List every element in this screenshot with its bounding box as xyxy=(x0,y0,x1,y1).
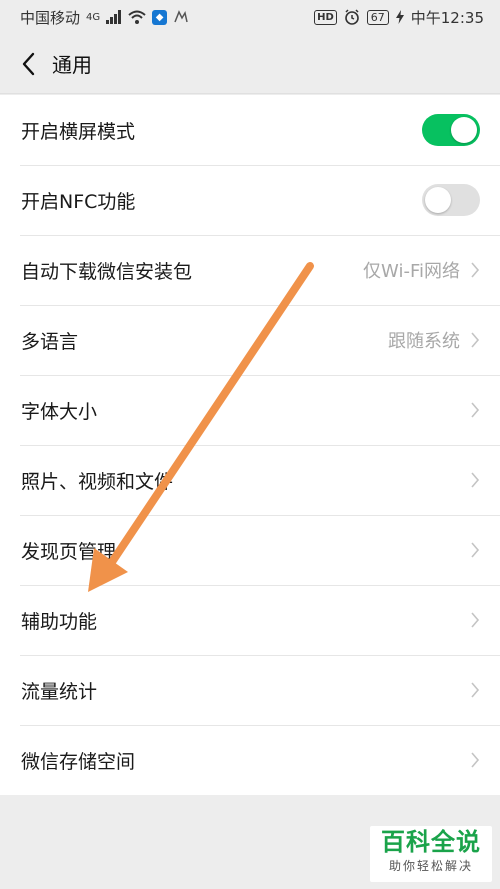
setting-label: 发现页管理 xyxy=(21,540,117,563)
setting-label: 微信存储空间 xyxy=(21,750,136,773)
wifi-icon xyxy=(128,10,146,24)
setting-row-discover[interactable]: 发现页管理 xyxy=(0,515,500,585)
toggle-knob xyxy=(451,117,477,143)
setting-row-data-usage[interactable]: 流量统计 xyxy=(0,655,500,725)
carrier-label: 中国移动 xyxy=(20,8,81,27)
setting-row-accessibility[interactable]: 辅助功能 xyxy=(0,585,500,655)
setting-label: 自动下载微信安装包 xyxy=(21,260,193,283)
setting-label: 字体大小 xyxy=(21,400,98,423)
chevron-right-icon xyxy=(471,472,480,488)
status-time: 中午12:35 xyxy=(410,8,484,27)
setting-row-auto-download[interactable]: 自动下载微信安装包 仅Wi-Fi网络 xyxy=(0,235,500,305)
battery-indicator: 67 xyxy=(366,9,389,25)
page-title: 通用 xyxy=(52,53,92,77)
setting-value: 仅Wi-Fi网络 xyxy=(363,261,460,282)
chevron-right-icon xyxy=(471,682,480,698)
alarm-icon xyxy=(344,9,359,25)
settings-list: 开启横屏模式 开启NFC功能 自动下载微信安装包 仅Wi-Fi网络 多语言 跟随… xyxy=(0,95,500,795)
setting-label: 照片、视频和文件 xyxy=(21,470,174,493)
setting-label: 开启NFC功能 xyxy=(21,190,136,213)
back-button[interactable] xyxy=(6,34,50,94)
setting-row-nfc[interactable]: 开启NFC功能 xyxy=(0,165,500,235)
setting-right xyxy=(422,114,480,146)
setting-right xyxy=(470,401,480,419)
nfc-toggle[interactable] xyxy=(422,184,480,216)
chevron-right-icon xyxy=(471,752,480,768)
setting-right xyxy=(470,751,480,769)
setting-right xyxy=(470,611,480,629)
network-type-label: 4G xyxy=(86,11,101,23)
watermark-title: 百科全说 xyxy=(381,828,481,856)
chevron-right-icon xyxy=(471,262,480,278)
nav-bar: 通用 xyxy=(0,34,500,94)
chevron-right-icon xyxy=(471,332,480,348)
chevron-left-icon xyxy=(22,52,35,75)
app-notification-icon-2 xyxy=(174,10,188,23)
setting-row-landscape[interactable]: 开启横屏模式 xyxy=(0,95,500,165)
setting-right xyxy=(470,471,480,489)
setting-right xyxy=(470,541,480,559)
setting-label: 流量统计 xyxy=(21,680,98,703)
status-bar: 中国移动 4G ◆ HD 67 中午12:35 xyxy=(0,0,500,34)
landscape-toggle[interactable] xyxy=(422,114,480,146)
setting-right: 跟随系统 xyxy=(388,327,480,353)
setting-row-media[interactable]: 照片、视频和文件 xyxy=(0,445,500,515)
status-left: 中国移动 4G ◆ xyxy=(20,7,189,28)
setting-right xyxy=(470,681,480,699)
setting-right xyxy=(422,184,480,216)
bolt-icon xyxy=(395,10,404,24)
status-right: HD 67 中午12:35 xyxy=(314,7,484,28)
setting-label: 多语言 xyxy=(21,330,79,353)
chevron-right-icon xyxy=(471,542,480,558)
setting-row-font-size[interactable]: 字体大小 xyxy=(0,375,500,445)
watermark-logo: 百科全说 助你轻松解决 xyxy=(370,826,492,882)
chevron-right-icon xyxy=(471,402,480,418)
hd-badge: HD xyxy=(314,9,337,25)
setting-label: 开启横屏模式 xyxy=(21,120,136,143)
setting-row-storage[interactable]: 微信存储空间 xyxy=(0,725,500,795)
app-notification-icon: ◆ xyxy=(152,9,168,25)
watermark-subtitle: 助你轻松解决 xyxy=(388,859,473,873)
chevron-right-icon xyxy=(471,612,480,628)
setting-label: 辅助功能 xyxy=(21,610,98,633)
setting-right: 仅Wi-Fi网络 xyxy=(363,257,480,283)
setting-value: 跟随系统 xyxy=(388,331,460,352)
toggle-knob xyxy=(425,187,451,213)
setting-row-language[interactable]: 多语言 跟随系统 xyxy=(0,305,500,375)
signal-icon xyxy=(106,10,122,24)
